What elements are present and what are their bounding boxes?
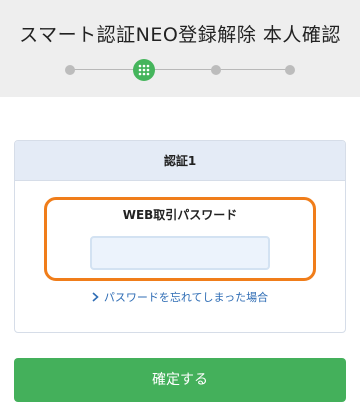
chevron-right-icon (92, 292, 99, 302)
forgot-password-label: パスワードを忘れてしまった場合 (103, 291, 269, 304)
keypad-icon (138, 64, 150, 76)
step-1-dot (65, 65, 75, 75)
web-password-input[interactable] (90, 236, 270, 270)
forgot-password-link[interactable]: パスワードを忘れてしまった場合 (0, 289, 360, 305)
step-2-current (133, 59, 155, 81)
card-title: 認証1 (15, 141, 345, 181)
page-title: スマート認証NEO登録解除 本人確認 (19, 24, 341, 46)
confirm-button[interactable]: 確定する (14, 358, 346, 402)
step-3-dot (211, 65, 221, 75)
progress-stepper (65, 59, 295, 81)
header: スマート認証NEO登録解除 本人確認 (0, 0, 360, 97)
stepper-line (70, 69, 290, 70)
password-field-label: WEB取引パスワード (122, 208, 238, 222)
step-4-dot (285, 65, 295, 75)
